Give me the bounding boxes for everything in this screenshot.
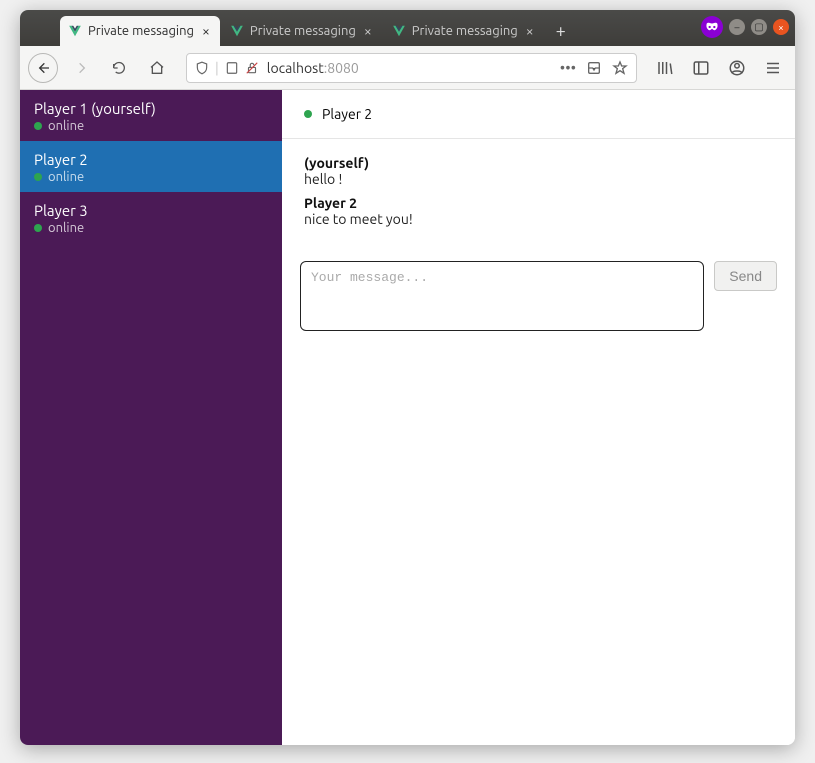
chat-header-name: Player 2 (322, 106, 372, 122)
user-status: online (34, 170, 268, 184)
message-body: hello ! (304, 171, 773, 187)
app-content: Player 1 (yourself) online Player 2 onli… (20, 90, 795, 745)
message: Player 2 nice to meet you! (304, 195, 773, 227)
chat-main: Player 2 (yourself) hello ! Player 2 nic… (282, 90, 795, 745)
message: (yourself) hello ! (304, 155, 773, 187)
tab-title: Private messaging (412, 24, 518, 38)
window-controls: – ▢ × (701, 16, 789, 38)
minimize-button[interactable]: – (729, 19, 745, 35)
online-dot-icon (34, 173, 42, 181)
browser-tab[interactable]: Private messaging × (384, 16, 544, 46)
message-sender: (yourself) (304, 155, 773, 171)
url-bar[interactable]: | localhost:8080 ••• (186, 53, 637, 83)
user-sidebar: Player 1 (yourself) online Player 2 onli… (20, 90, 282, 745)
shield-icon (195, 61, 209, 75)
page-info-icon[interactable] (225, 61, 239, 75)
message-sender: Player 2 (304, 195, 773, 211)
message-input[interactable] (300, 261, 704, 331)
message-list: (yourself) hello ! Player 2 nice to meet… (282, 139, 795, 251)
tab-strip: Private messaging × Private messaging × … (20, 10, 576, 46)
compose-row: Send (282, 251, 795, 341)
menu-icon[interactable] (759, 54, 787, 82)
status-label: online (48, 170, 84, 184)
meatballs-icon[interactable]: ••• (560, 59, 576, 76)
toolbar: | localhost:8080 ••• (20, 46, 795, 90)
message-body: nice to meet you! (304, 211, 773, 227)
sidebar-user-item[interactable]: Player 3 online (20, 192, 282, 243)
user-status: online (34, 119, 268, 133)
close-window-button[interactable]: × (773, 19, 789, 35)
star-icon[interactable] (612, 60, 628, 76)
toolbar-right (651, 54, 787, 82)
close-icon[interactable]: × (362, 24, 374, 38)
account-icon[interactable] (723, 54, 751, 82)
sidebar-user-item[interactable]: Player 1 (yourself) online (20, 90, 282, 141)
vue-icon (68, 24, 82, 38)
url-text: localhost:8080 (267, 60, 552, 76)
url-port: :8080 (324, 60, 359, 76)
user-name: Player 2 (34, 151, 268, 168)
titlebar: Private messaging × Private messaging × … (20, 10, 795, 46)
url-action-icons: ••• (560, 59, 628, 76)
tab-title: Private messaging (88, 24, 194, 38)
online-dot-icon (34, 122, 42, 130)
private-browsing-icon (701, 16, 723, 38)
status-label: online (48, 221, 84, 235)
sidebar-icon[interactable] (687, 54, 715, 82)
user-name: Player 1 (yourself) (34, 100, 268, 117)
reader-icon[interactable] (586, 60, 602, 76)
status-label: online (48, 119, 84, 133)
user-name: Player 3 (34, 202, 268, 219)
library-icon[interactable] (651, 54, 679, 82)
tab-title: Private messaging (250, 24, 356, 38)
reload-button[interactable] (104, 53, 134, 83)
vue-icon (230, 24, 244, 38)
maximize-button[interactable]: ▢ (751, 19, 767, 35)
forward-button[interactable] (66, 53, 96, 83)
lock-open-icon (245, 61, 259, 75)
url-security-icons: | (195, 60, 259, 76)
browser-window: Private messaging × Private messaging × … (20, 10, 795, 745)
home-button[interactable] (142, 53, 172, 83)
vue-icon (392, 24, 406, 38)
online-dot-icon (304, 110, 312, 118)
send-button[interactable]: Send (714, 261, 777, 291)
close-icon[interactable]: × (524, 24, 536, 38)
url-host: localhost (267, 60, 324, 76)
browser-tab[interactable]: Private messaging × (60, 16, 220, 46)
user-status: online (34, 221, 268, 235)
browser-tab[interactable]: Private messaging × (222, 16, 382, 46)
new-tab-button[interactable]: + (546, 16, 576, 46)
close-icon[interactable]: × (200, 24, 212, 38)
back-button[interactable] (28, 53, 58, 83)
chat-header: Player 2 (282, 90, 795, 139)
online-dot-icon (34, 224, 42, 232)
sidebar-user-item[interactable]: Player 2 online (20, 141, 282, 192)
